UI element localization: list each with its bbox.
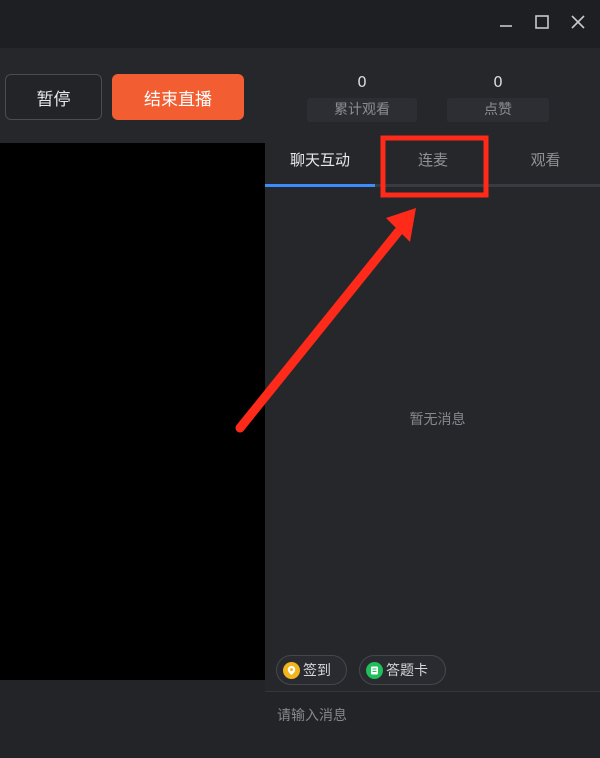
pause-button[interactable]: 暂停 (5, 74, 102, 120)
sign-in-label: 签到 (303, 663, 331, 679)
tab-watch[interactable]: 观看 (491, 143, 600, 185)
answer-card-icon (366, 661, 383, 679)
answer-card-label: 答题卡 (386, 663, 428, 679)
tab-co-host[interactable]: 连麦 (375, 143, 491, 185)
message-input-area (265, 692, 600, 758)
maximize-icon (535, 15, 549, 29)
close-icon (571, 15, 585, 29)
total-views-value: 0 (357, 73, 367, 91)
interaction-panel: 聊天互动 连麦 观看 暂无消息 签到 答题卡 (265, 143, 600, 758)
sign-in-button[interactable]: 签到 (276, 655, 347, 685)
likes-label: 点赞 (447, 98, 549, 122)
video-preview (0, 143, 265, 680)
active-tab-indicator (265, 184, 375, 187)
maximize-button[interactable] (526, 6, 558, 38)
minimize-button[interactable] (490, 6, 522, 38)
total-views-stat: 0 累计观看 (307, 70, 417, 122)
likes-stat: 0 点赞 (447, 70, 549, 122)
likes-value: 0 (493, 73, 503, 91)
video-footer (0, 680, 265, 758)
tab-chat[interactable]: 聊天互动 (265, 143, 375, 185)
window-controls (490, 6, 594, 38)
close-button[interactable] (562, 6, 594, 38)
total-views-label: 累计观看 (307, 98, 417, 122)
end-live-button[interactable]: 结束直播 (112, 74, 244, 120)
minimize-icon (500, 25, 512, 27)
sign-in-icon (283, 661, 300, 679)
message-input[interactable] (277, 704, 577, 728)
answer-card-button[interactable]: 答题卡 (359, 655, 446, 685)
panel-tabs: 聊天互动 连麦 观看 (265, 143, 600, 187)
title-bar (0, 0, 600, 48)
empty-message: 暂无消息 (409, 412, 466, 428)
